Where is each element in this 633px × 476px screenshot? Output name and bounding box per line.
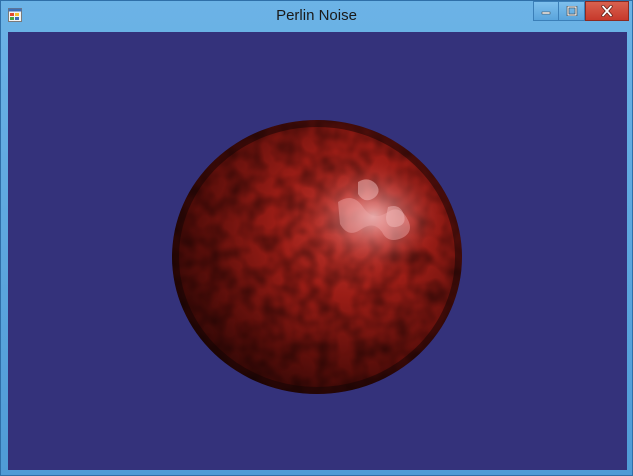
maximize-icon (566, 6, 577, 16)
noise-textured-sphere (172, 120, 462, 394)
render-viewport[interactable] (8, 32, 627, 470)
minimize-button[interactable] (533, 1, 559, 21)
app-window: Perlin Noise (0, 0, 633, 476)
close-button[interactable] (585, 1, 629, 21)
title-bar[interactable]: Perlin Noise (1, 1, 632, 31)
minimize-icon (541, 11, 551, 15)
close-icon (601, 5, 613, 17)
maximize-button[interactable] (559, 1, 585, 21)
